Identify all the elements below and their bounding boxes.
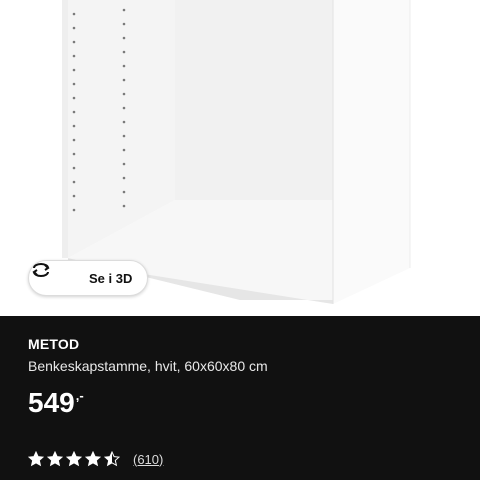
product-image[interactable]: Se i 3D: [0, 0, 480, 316]
price-value: 549: [28, 387, 75, 418]
price-suffix: ,-: [75, 388, 84, 403]
product-info-panel: METOD Benkeskapstamme, hvit, 60x60x80 cm…: [0, 316, 480, 480]
star-icon: [46, 450, 64, 467]
rotate-3d-icon: [32, 263, 75, 287]
product-price: 549 ,-: [28, 386, 84, 420]
view-in-3d-button[interactable]: Se i 3D: [28, 260, 148, 296]
product-description: Benkeskapstamme, hvit, 60x60x80 cm: [28, 358, 268, 374]
star-icon: [84, 450, 102, 467]
star-icon: [27, 450, 45, 467]
rating[interactable]: (610): [27, 450, 163, 468]
product-name[interactable]: METOD: [28, 336, 79, 352]
view-in-3d-label: Se i 3D: [89, 270, 133, 286]
review-count-link[interactable]: (610): [133, 452, 163, 467]
star-icon: [65, 450, 83, 467]
star-half-icon: [103, 450, 121, 467]
